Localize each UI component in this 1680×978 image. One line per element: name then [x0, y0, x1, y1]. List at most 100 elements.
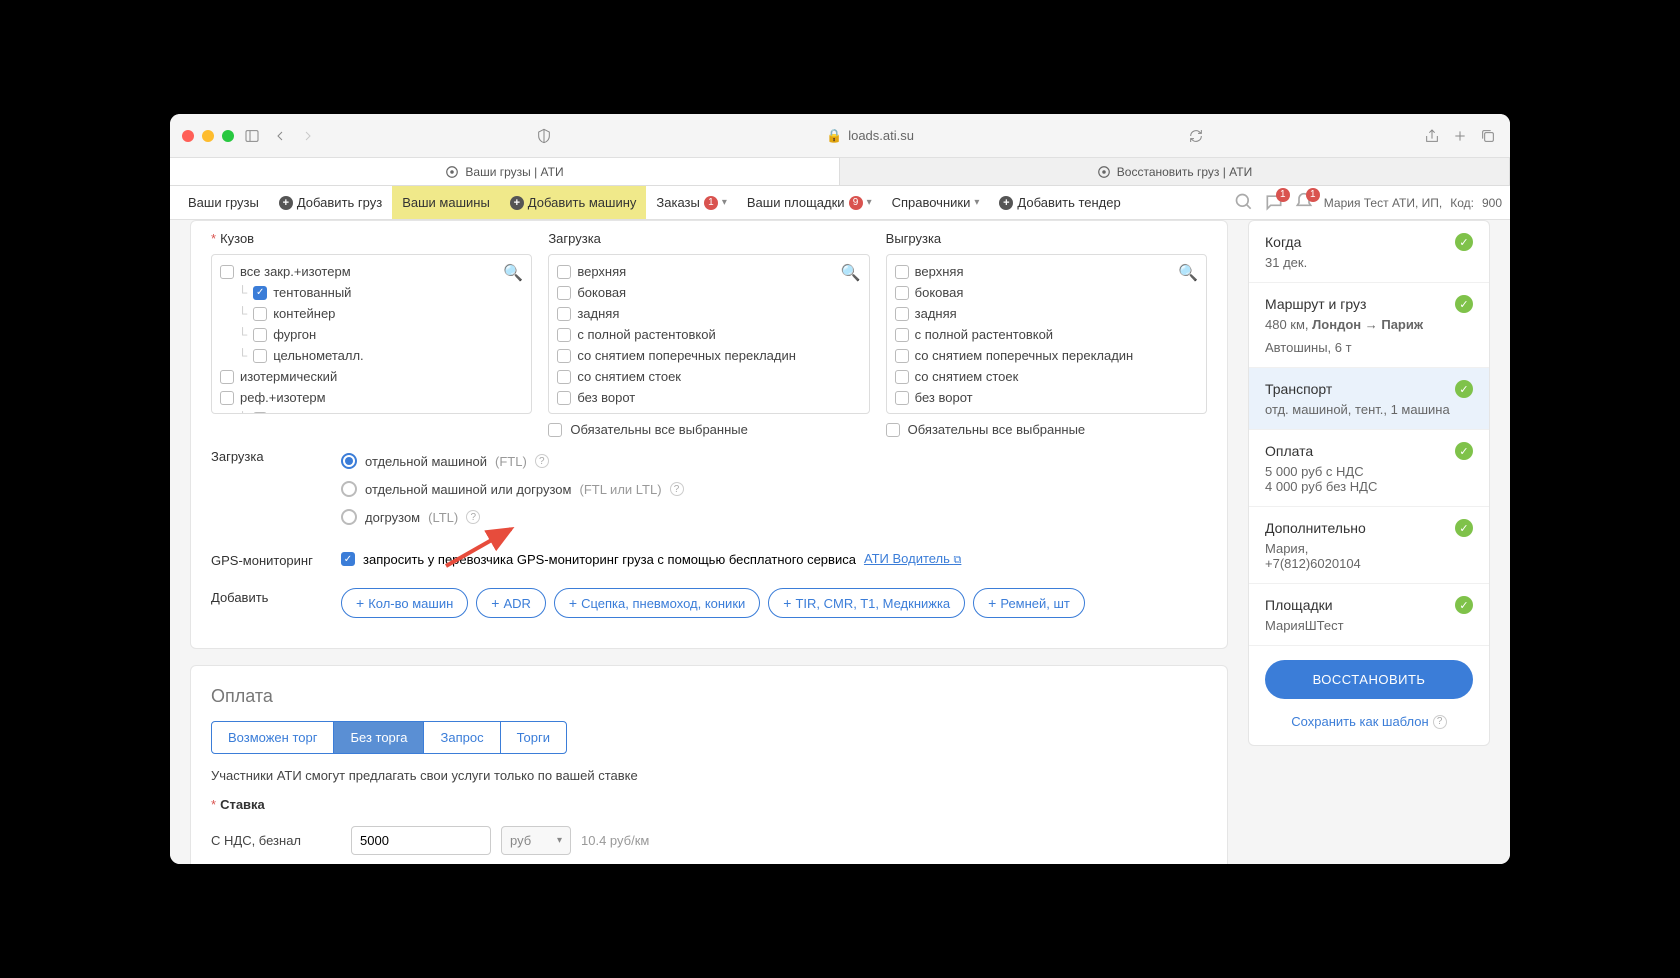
body-listbox[interactable]: 🔍 все закр.+изотерм└тентованный└контейне…: [211, 254, 532, 414]
help-icon[interactable]: ?: [670, 482, 684, 496]
new-tab-icon[interactable]: [1450, 126, 1470, 146]
add-pill[interactable]: +Ремней, шт: [973, 588, 1085, 618]
checkbox[interactable]: [253, 412, 267, 415]
checkbox[interactable]: [557, 349, 571, 363]
help-icon[interactable]: ?: [466, 510, 480, 524]
checkbox[interactable]: [220, 370, 234, 384]
payment-tab[interactable]: Без торга: [334, 722, 424, 753]
checkbox[interactable]: [220, 391, 234, 405]
unloading-listbox[interactable]: 🔍 верхняябоковаязадняяс полной растентов…: [886, 254, 1207, 414]
nav-platforms[interactable]: Ваши площадки9▾: [737, 186, 882, 219]
nav-references[interactable]: Справочники▾: [882, 186, 990, 219]
minimize-window[interactable]: [202, 130, 214, 142]
checkbox[interactable]: [220, 265, 234, 279]
checkbox[interactable]: [557, 370, 571, 384]
load-option[interactable]: со снятием стоек: [553, 366, 864, 387]
url-bar[interactable]: 🔒 loads.ati.su: [562, 128, 1178, 144]
gps-checkbox[interactable]: [341, 552, 355, 566]
body-option[interactable]: └тентованный: [216, 282, 527, 303]
payment-tab[interactable]: Торги: [501, 722, 566, 753]
nav-orders[interactable]: Заказы1▾: [646, 186, 736, 219]
nav-your-trucks[interactable]: Ваши машины: [392, 186, 500, 219]
shield-icon[interactable]: [534, 126, 554, 146]
add-pill[interactable]: +Кол-во машин: [341, 588, 468, 618]
save-template-link[interactable]: Сохранить как шаблон ?: [1291, 714, 1446, 729]
checkbox[interactable]: [895, 328, 909, 342]
currency-select[interactable]: руб▾: [501, 826, 571, 855]
load-option[interactable]: задняя: [553, 303, 864, 324]
load-option[interactable]: верхняя: [553, 261, 864, 282]
load-option[interactable]: со снятием стоек: [891, 366, 1202, 387]
checkbox[interactable]: [895, 349, 909, 363]
checkbox[interactable]: [557, 391, 571, 405]
load-option[interactable]: со снятием поперечных перекладин: [553, 345, 864, 366]
nav-add-tender[interactable]: +Добавить тендер: [989, 186, 1130, 219]
checkbox[interactable]: [895, 286, 909, 300]
loading-mode-radio[interactable]: отдельной машиной(FTL)?: [341, 447, 1207, 475]
messages-icon[interactable]: 1: [1264, 192, 1286, 214]
search-icon[interactable]: [1234, 192, 1256, 214]
checkbox[interactable]: [557, 328, 571, 342]
user-name[interactable]: Мария Тест АТИ, ИП,: [1324, 196, 1442, 210]
back-icon[interactable]: [270, 126, 290, 146]
tabs-icon[interactable]: [1478, 126, 1498, 146]
with-vat-input[interactable]: [351, 826, 491, 855]
checkbox[interactable]: [895, 391, 909, 405]
load-option[interactable]: верхняя: [891, 261, 1202, 282]
checkbox[interactable]: [895, 370, 909, 384]
add-pill[interactable]: +Сцепка, пневмоход, коники: [554, 588, 760, 618]
load-option[interactable]: задняя: [891, 303, 1202, 324]
maximize-window[interactable]: [222, 130, 234, 142]
checkbox[interactable]: [557, 265, 571, 279]
load-option[interactable]: без ворот: [891, 387, 1202, 408]
radio[interactable]: [341, 453, 357, 469]
summary-transport[interactable]: Транспорт✓ отд. машиной, тент., 1 машина: [1249, 368, 1489, 430]
load-option[interactable]: боковая: [553, 282, 864, 303]
summary-when[interactable]: Когда✓ 31 дек.: [1249, 221, 1489, 283]
close-window[interactable]: [182, 130, 194, 142]
body-option[interactable]: └фургон: [216, 324, 527, 345]
summary-platforms[interactable]: Площадки✓ МарияШТест: [1249, 584, 1489, 646]
nav-add-load[interactable]: +Добавить груз: [269, 186, 392, 219]
checkbox[interactable]: [253, 328, 267, 342]
load-option[interactable]: с полной растентовкой: [553, 324, 864, 345]
body-option[interactable]: изотермический: [216, 366, 527, 387]
help-icon[interactable]: ?: [535, 454, 549, 468]
body-option[interactable]: реф.+изотерм: [216, 387, 527, 408]
forward-icon[interactable]: [298, 126, 318, 146]
checkbox[interactable]: [253, 349, 267, 363]
all-required-checkbox[interactable]: [548, 423, 562, 437]
notifications-icon[interactable]: 1: [1294, 192, 1316, 214]
browser-tab-2[interactable]: Восстановить груз | АТИ: [840, 158, 1510, 185]
load-option[interactable]: со снятием поперечных перекладин: [891, 345, 1202, 366]
load-option[interactable]: без ворот: [553, 387, 864, 408]
search-icon[interactable]: 🔍: [503, 263, 523, 283]
load-option[interactable]: с полной растентовкой: [891, 324, 1202, 345]
checkbox[interactable]: [557, 286, 571, 300]
reload-icon[interactable]: [1186, 126, 1206, 146]
summary-extra[interactable]: Дополнительно✓ Мария, +7(812)6020104: [1249, 507, 1489, 584]
summary-payment[interactable]: Оплата✓ 5 000 руб с НДС 4 000 руб без НД…: [1249, 430, 1489, 507]
body-option[interactable]: └контейнер: [216, 303, 527, 324]
gps-link[interactable]: АТИ Водитель ⧉: [864, 551, 961, 567]
nav-add-truck[interactable]: +Добавить машину: [500, 186, 647, 219]
checkbox[interactable]: [557, 307, 571, 321]
share-icon[interactable]: [1422, 126, 1442, 146]
loading-mode-radio[interactable]: отдельной машиной или догрузом(FTL или L…: [341, 475, 1207, 503]
radio[interactable]: [341, 509, 357, 525]
body-option[interactable]: все закр.+изотерм: [216, 261, 527, 282]
summary-route[interactable]: Маршрут и груз✓ 480 км, Лондон → Париж А…: [1249, 283, 1489, 368]
add-pill[interactable]: +ADR: [476, 588, 546, 618]
checkbox[interactable]: [253, 286, 267, 300]
sidebar-toggle-icon[interactable]: [242, 126, 262, 146]
search-icon[interactable]: 🔍: [841, 263, 861, 283]
add-pill[interactable]: +TIR, CMR, T1, Медкнижка: [768, 588, 965, 618]
body-option[interactable]: └цельнометалл.: [216, 345, 527, 366]
loading-listbox[interactable]: 🔍 верхняябоковаязадняяс полной растентов…: [548, 254, 869, 414]
nav-your-loads[interactable]: Ваши грузы: [178, 186, 269, 219]
body-option[interactable]: └рефрижератор: [216, 408, 527, 414]
restore-button[interactable]: ВОССТАНОВИТЬ: [1265, 660, 1473, 699]
all-required-checkbox[interactable]: [886, 423, 900, 437]
search-icon[interactable]: 🔍: [1178, 263, 1198, 283]
browser-tab-1[interactable]: Ваши грузы | АТИ: [170, 158, 840, 185]
